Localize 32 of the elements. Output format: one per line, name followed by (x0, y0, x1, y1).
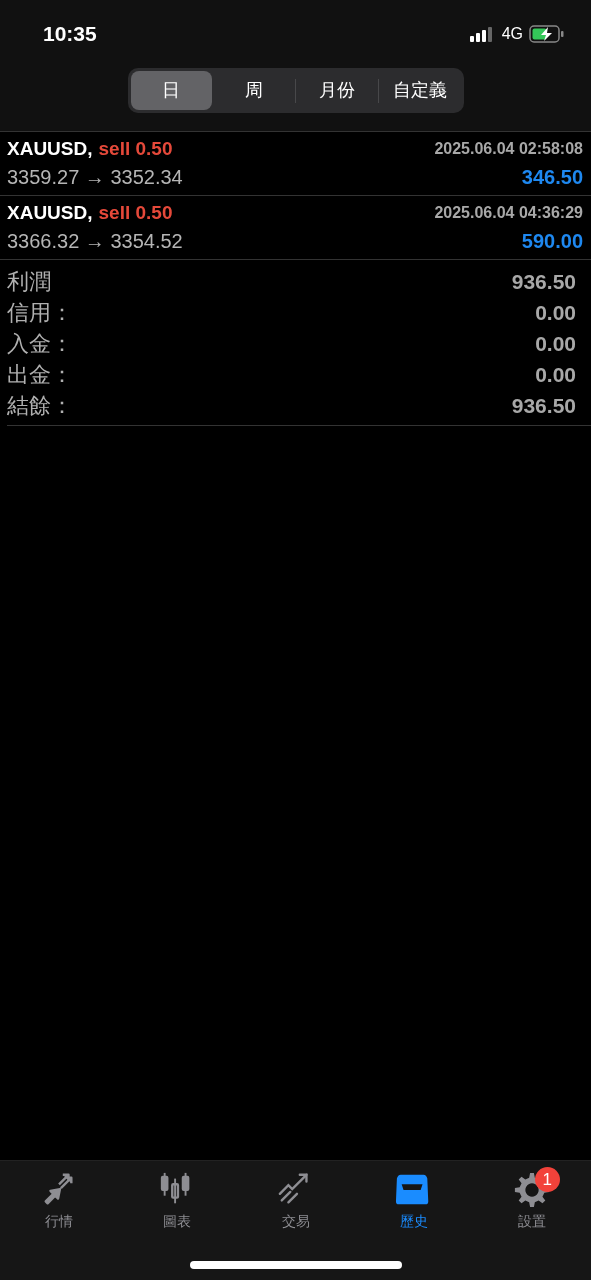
price-range: 3359.27 → 3352.34 (7, 165, 183, 190)
summary-label: 信用： (7, 299, 73, 327)
notification-badge: 1 (534, 1167, 560, 1192)
summary-label: 入金： (7, 330, 73, 358)
period-tab[interactable]: 周 (213, 71, 295, 110)
summary-value: 936.50 (511, 268, 576, 295)
summary-value: 0.00 (535, 330, 576, 357)
order-side: sell 0.50 (98, 200, 173, 225)
summary-value: 0.00 (535, 299, 576, 326)
summary-value: 936.50 (511, 392, 576, 419)
trade-time: 2025.06.04 02:58:08 (434, 139, 583, 159)
profit-value: 590.00 (521, 229, 583, 254)
symbol-label: XAUUSD, (7, 136, 93, 161)
period-tab[interactable]: 月份 (296, 71, 378, 110)
summary-label: 出金： (7, 361, 73, 389)
summary-label: 結餘： (7, 392, 73, 420)
network-label: 4G (501, 24, 523, 44)
summary-value: 0.00 (535, 361, 576, 388)
tab-bar-item[interactable]: 交易 (236, 1171, 355, 1232)
price-range: 3366.32 → 3354.52 (7, 229, 183, 254)
tab-bar-item[interactable]: 圖表 (118, 1171, 237, 1232)
tab-bar-item[interactable]: 歷史 (354, 1171, 473, 1232)
tab-bar-item[interactable]: 行情 (0, 1171, 119, 1232)
period-tab[interactable]: 自定義 (378, 71, 461, 110)
summary-label: 利潤 (7, 268, 51, 296)
symbol-label: XAUUSD, (7, 200, 93, 225)
status-time: 10:35 (43, 21, 97, 48)
period-tab[interactable]: 日 (130, 71, 213, 110)
order-side: sell 0.50 (98, 136, 173, 161)
battery-charging-icon (529, 25, 565, 43)
trade-time: 2025.06.04 04:36:29 (434, 203, 583, 223)
profit-value: 346.50 (521, 165, 583, 190)
